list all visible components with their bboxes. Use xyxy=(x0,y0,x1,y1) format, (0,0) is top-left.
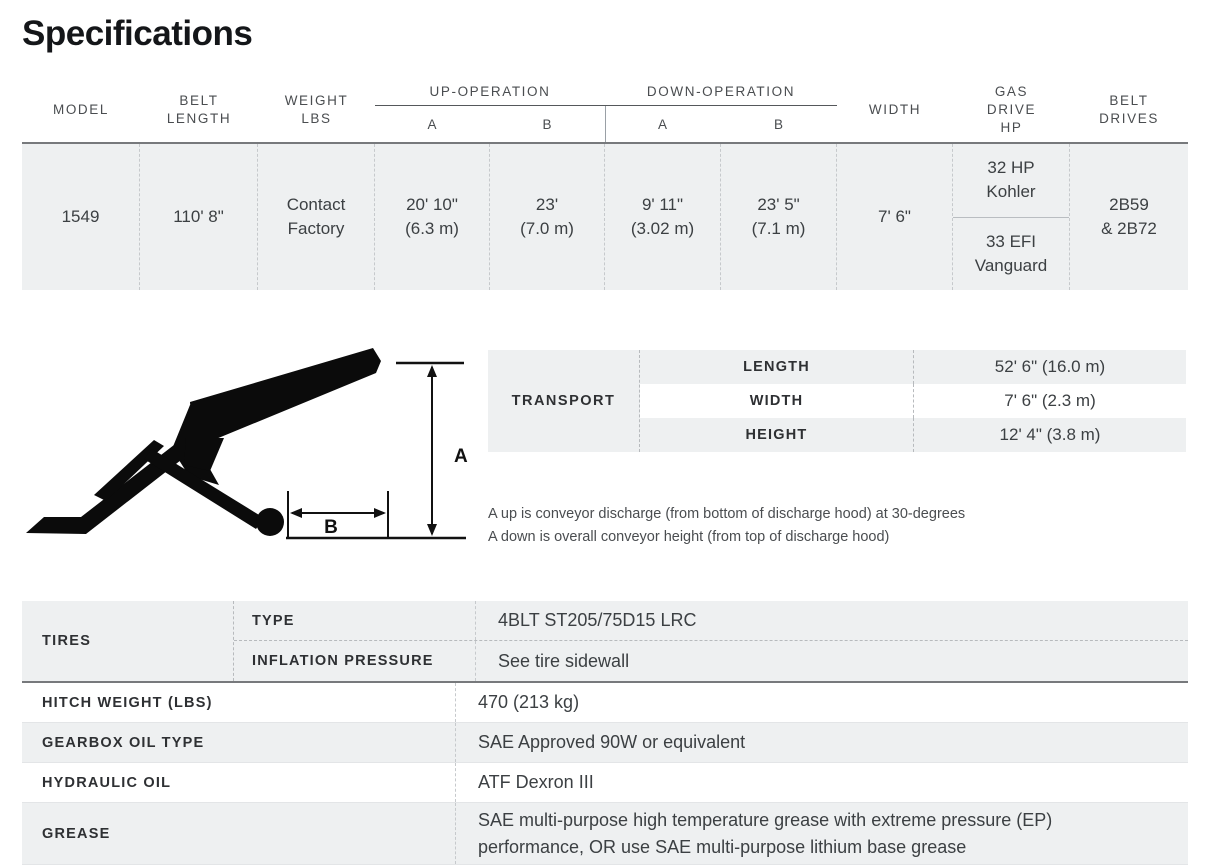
header-width: WIDTH xyxy=(868,102,922,118)
header-weight-lbs: WEIGHT LBS xyxy=(284,93,349,126)
key-hydraulic-oil: HYDRAULIC OIL xyxy=(22,763,456,802)
cell-model: 1549 xyxy=(22,144,140,290)
header-belt-drives: BELT DRIVES xyxy=(1099,93,1159,126)
dimension-a-arrow-down xyxy=(427,524,437,536)
header-down-operation-title: DOWN-OPERATION xyxy=(605,78,837,106)
key-hitch-weight: HITCH WEIGHT (LBS) xyxy=(22,683,456,722)
conveyor-silhouette-icon xyxy=(26,348,381,534)
transport-table: TRANSPORT LENGTH 52' 6" (16.0 m) WIDTH 7… xyxy=(488,350,1186,452)
header-up-b: B xyxy=(542,116,553,132)
header-belt-length: BELT LENGTH xyxy=(166,93,232,126)
specifications-page: Specifications MODEL BELT LENGTH WEIGHT … xyxy=(0,0,1213,868)
tires-value-type: 4BLT ST205/75D15 LRC xyxy=(498,610,697,630)
cell-gas-drive-hp-option-1: 32 HP Kohler xyxy=(953,144,1069,218)
key-grease: GREASE xyxy=(22,803,456,864)
key-gearbox-oil-type: GEARBOX OIL TYPE xyxy=(22,723,456,762)
table-row: HITCH WEIGHT (LBS) 470 (213 kg) xyxy=(22,683,1188,723)
specifications-table: MODEL BELT LENGTH WEIGHT LBS UP-OPERATIO… xyxy=(22,78,1188,290)
conveyor-diagram-svg: A B xyxy=(26,348,468,540)
conveyor-wheel-icon xyxy=(256,508,284,536)
table-row: GEARBOX OIL TYPE SAE Approved 90W or equ… xyxy=(22,723,1188,763)
tires-rows: TYPE 4BLT ST205/75D15 LRC INFLATION PRES… xyxy=(234,601,1188,681)
cell-gas-drive-hp: 32 HP Kohler 33 EFI Vanguard xyxy=(953,144,1070,290)
service-specs-table: TIRES TYPE 4BLT ST205/75D15 LRC INFLATIO… xyxy=(22,601,1188,865)
value-gearbox-oil-type: SAE Approved 90W or equivalent xyxy=(478,732,746,753)
header-gas-drive-hp: GAS DRIVE HP xyxy=(986,84,1037,135)
dimension-b-arrow-left xyxy=(290,508,302,518)
value-hydraulic-oil: ATF Dexron III xyxy=(478,772,594,793)
transport-key-width: WIDTH xyxy=(640,384,914,418)
transport-value-width: 7' 6" (2.3 m) xyxy=(1004,391,1096,410)
dimension-b-label: B xyxy=(324,517,338,538)
cell-belt-length: 110' 8" xyxy=(140,144,258,290)
table-row: HEIGHT 12' 4" (3.8 m) xyxy=(640,418,1186,452)
cell-weight-lbs: Contact Factory xyxy=(258,144,375,290)
table-row: HYDRAULIC OIL ATF Dexron III xyxy=(22,763,1188,803)
table-row: INFLATION PRESSURE See tire sidewall xyxy=(234,641,1188,681)
table-row: LENGTH 52' 6" (16.0 m) xyxy=(640,350,1186,384)
table-row: 1549 110' 8" Contact Factory 20' 10" (6.… xyxy=(22,142,1188,290)
header-down-b: B xyxy=(773,116,784,132)
header-group-down-operation: DOWN-OPERATION A B xyxy=(605,78,837,142)
tires-value-inflation-pressure: See tire sidewall xyxy=(498,650,630,671)
table-row: WIDTH 7' 6" (2.3 m) xyxy=(640,384,1186,418)
value-grease: SAE multi-purpose high temperature greas… xyxy=(478,810,1053,857)
dimension-note-line-2: A down is overall conveyor height (from … xyxy=(488,529,890,546)
transport-label: TRANSPORT xyxy=(488,350,640,452)
tires-label: TIRES xyxy=(22,601,234,681)
header-group-divider xyxy=(605,106,606,142)
transport-value-length: 52' 6" (16.0 m) xyxy=(994,357,1106,376)
spec-table-header: MODEL BELT LENGTH WEIGHT LBS UP-OPERATIO… xyxy=(22,78,1188,142)
transport-key-length: LENGTH xyxy=(640,350,914,384)
transport-rows: LENGTH 52' 6" (16.0 m) WIDTH 7' 6" (2.3 … xyxy=(640,350,1186,452)
table-row: GREASE SAE multi-purpose high temperatur… xyxy=(22,803,1188,865)
dimension-a-label: A xyxy=(454,446,468,467)
tires-section: TIRES TYPE 4BLT ST205/75D15 LRC INFLATIO… xyxy=(22,601,1188,683)
page-title: Specifications xyxy=(22,14,253,53)
header-group-up-operation: UP-OPERATION A B xyxy=(375,78,605,142)
cell-up-a: 20' 10" (6.3 m) xyxy=(375,144,490,290)
transport-value-height: 12' 4" (3.8 m) xyxy=(999,425,1101,444)
header-up-a: A xyxy=(427,116,438,132)
dimension-a-arrow-up xyxy=(427,365,437,377)
cell-up-b: 23' (7.0 m) xyxy=(490,144,605,290)
cell-belt-drives: 2B59 & 2B72 xyxy=(1101,194,1157,238)
transport-key-height: HEIGHT xyxy=(640,418,914,452)
header-down-a: A xyxy=(657,116,668,132)
dimension-note-line-1: A up is conveyor discharge (from bottom … xyxy=(488,506,966,522)
value-hitch-weight: 470 (213 kg) xyxy=(478,692,580,713)
table-row: TYPE 4BLT ST205/75D15 LRC xyxy=(234,601,1188,641)
cell-down-a: 9' 11" (3.02 m) xyxy=(605,144,721,290)
header-model: MODEL xyxy=(52,102,109,118)
dimension-note: A up is conveyor discharge (from bottom … xyxy=(488,503,965,550)
conveyor-diagram: A B xyxy=(24,345,480,550)
dimension-b-arrow-right xyxy=(374,508,386,518)
tires-key-inflation-pressure: INFLATION PRESSURE xyxy=(234,641,476,681)
tires-key-type: TYPE xyxy=(234,601,476,640)
cell-width: 7' 6" xyxy=(837,144,953,290)
header-up-operation-title: UP-OPERATION xyxy=(375,78,605,106)
cell-down-b: 23' 5" (7.1 m) xyxy=(721,144,837,290)
cell-gas-drive-hp-option-2: 33 EFI Vanguard xyxy=(974,231,1048,275)
